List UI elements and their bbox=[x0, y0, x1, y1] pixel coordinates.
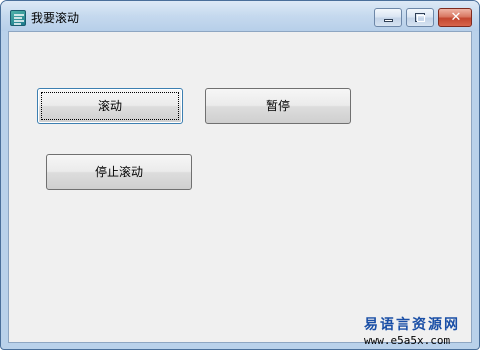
watermark-url: www.e5a5x.com bbox=[364, 334, 451, 347]
close-button[interactable]: ✕ bbox=[438, 8, 472, 27]
window-title: 我要滚动 bbox=[31, 11, 80, 25]
app-window: 我要滚动 ✕ 滚动 暂停 停止滚动 易语言资源网 www.e5a5x.com bbox=[0, 0, 480, 350]
maximize-button[interactable] bbox=[406, 8, 434, 27]
close-icon: ✕ bbox=[450, 10, 462, 25]
watermark-site-name: 易语言资源网 bbox=[364, 317, 460, 333]
site-watermark: 易语言资源网 www.e5a5x.com bbox=[364, 316, 474, 348]
scroll-button[interactable]: 滚动 bbox=[37, 88, 183, 124]
minimize-icon bbox=[384, 19, 393, 22]
client-area: 滚动 暂停 停止滚动 易语言资源网 www.e5a5x.com bbox=[8, 31, 472, 347]
stop-scroll-button[interactable]: 停止滚动 bbox=[46, 154, 192, 190]
title-bar[interactable]: 我要滚动 ✕ bbox=[1, 1, 479, 31]
maximize-icon bbox=[415, 13, 425, 22]
app-logo-icon[interactable] bbox=[10, 10, 26, 26]
minimize-button[interactable] bbox=[374, 8, 402, 27]
pause-button[interactable]: 暂停 bbox=[205, 88, 351, 124]
